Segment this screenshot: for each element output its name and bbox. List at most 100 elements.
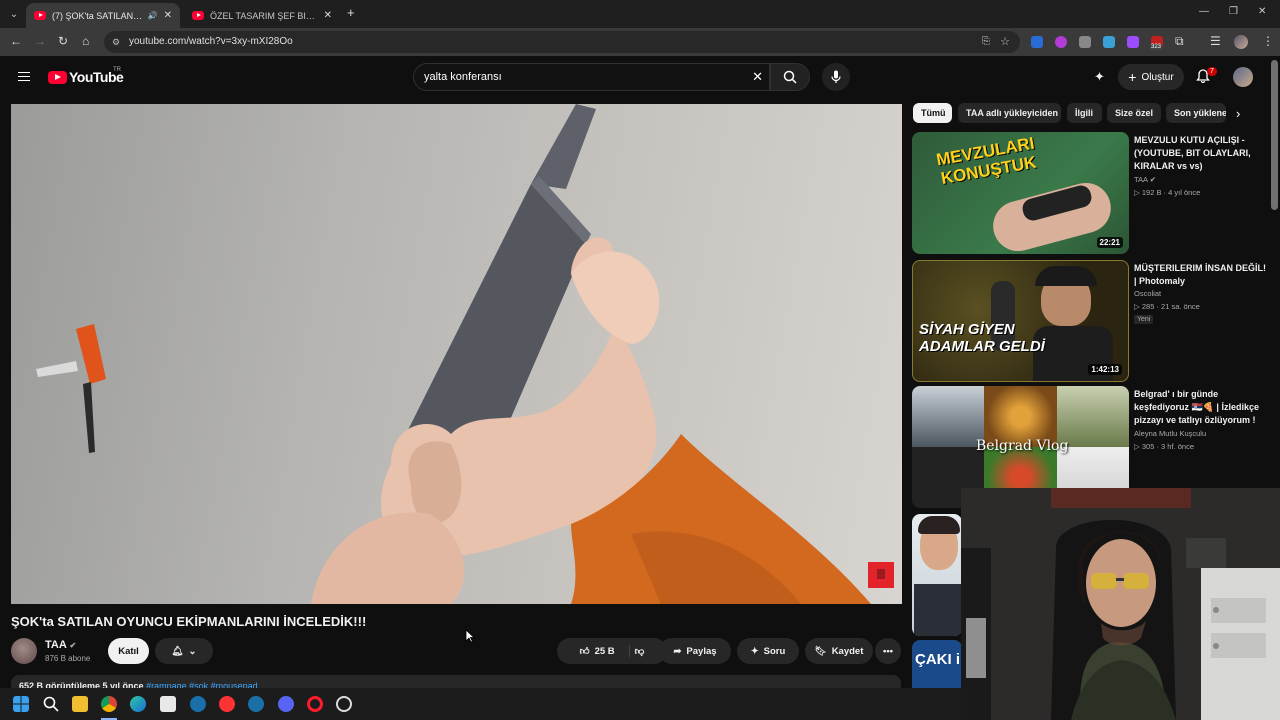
url-text: youtube.com/watch?v=3xy-mXI28Oo [129, 36, 293, 47]
taskbar-search-icon[interactable] [43, 696, 59, 712]
related-meta: ▷ 192 B · 4 yıl önce [1134, 188, 1201, 197]
ask-button[interactable]: ✦ Soru [737, 638, 799, 664]
steam-icon[interactable] [190, 696, 206, 712]
app-icon[interactable] [336, 696, 352, 712]
thumbnail-text: SİYAH GİYEN ADAMLAR GELDİ [919, 321, 1045, 355]
forward-icon[interactable]: → [34, 34, 46, 48]
tab-youtube-active[interactable]: (7) ŞOK'ta SATILAN OYUNC 🔊 ✕ [26, 3, 180, 28]
related-channel-name[interactable]: Aleyna Mutlu Kuşculu [1134, 429, 1206, 438]
home-icon[interactable]: ⌂ [82, 34, 89, 48]
like-button[interactable]: 👍︎ 25 B [580, 645, 630, 657]
edge-icon[interactable] [130, 696, 146, 712]
account-avatar[interactable] [1233, 67, 1253, 87]
related-video-title[interactable]: MÜŞTERILERIM İNSAN DEĞİL! | Photomaly [1134, 262, 1266, 288]
reading-list-icon[interactable]: ☰ [1210, 34, 1221, 48]
extension-badge: 323 [1150, 44, 1163, 50]
share-button[interactable]: ➦ Paylaş [659, 638, 731, 664]
discord-icon[interactable] [278, 696, 294, 712]
join-button[interactable]: Katıl [108, 638, 149, 664]
search-icon [783, 70, 797, 84]
tab-search-button[interactable]: ⌄ [4, 4, 24, 24]
video-thumbnail[interactable] [912, 514, 962, 636]
related-video-title[interactable]: MEVZULU KUTU AÇILIŞI - (YOUTUBE, BIT OLA… [1134, 134, 1266, 173]
thumbs-up-icon: 👍︎ [579, 646, 590, 657]
channel-avatar[interactable] [11, 638, 37, 664]
tab-title: ÖZEL TASARIM ŞEF BIÇAĞINI İN [210, 10, 318, 21]
ask-label: Soru [763, 645, 786, 657]
related-video-card[interactable]: MEVZULARI KONUŞTUK 22:21 MEVZULU KUTU AÇ… [912, 132, 1272, 256]
extensions-puzzle-icon[interactable]: ⧉ [1175, 34, 1184, 49]
browser-menu-icon[interactable]: ⋮ [1262, 34, 1274, 48]
video-player[interactable] [11, 104, 902, 604]
back-icon[interactable]: ← [10, 34, 22, 48]
steam-icon[interactable] [248, 696, 264, 712]
chip-all[interactable]: Tümü [913, 103, 952, 123]
close-tab-icon[interactable]: ✕ [164, 10, 172, 21]
opera-icon[interactable] [307, 696, 323, 712]
search-button[interactable] [770, 63, 810, 91]
channel-name[interactable]: TAA ✔ [45, 639, 76, 651]
address-bar[interactable]: ⚙ youtube.com/watch?v=3xy-mXI28Oo ⎘ ☆ [104, 31, 1020, 53]
create-label: Oluştur [1141, 71, 1174, 83]
page-scrollbar-thumb[interactable] [1271, 60, 1278, 210]
store-icon[interactable] [160, 696, 176, 712]
youtube-favicon-icon [192, 11, 204, 20]
minimize-icon[interactable]: — [1199, 6, 1209, 17]
tab-youtube-2[interactable]: ÖZEL TASARIM ŞEF BIÇAĞINI İN ✕ [184, 3, 340, 28]
dislike-button[interactable]: 👎︎ [635, 645, 645, 657]
video-frame [36, 104, 894, 604]
guide-menu-icon[interactable] [18, 72, 30, 81]
extension-icon[interactable] [1103, 36, 1115, 48]
subscriber-count: 876 B abone [45, 654, 91, 663]
extension-icon[interactable] [1079, 36, 1091, 48]
extension-icon[interactable] [1031, 36, 1043, 48]
clear-search-icon[interactable]: ✕ [752, 64, 763, 90]
profile-avatar[interactable] [1234, 35, 1248, 49]
search-input[interactable]: yalta konferansı ✕ [413, 63, 770, 91]
site-info-icon[interactable]: ⚙ [112, 31, 120, 53]
chevron-down-icon: ⌄ [188, 645, 197, 657]
video-owner-row: TAA ✔ 876 B abone Katıl 🔔︎ ⌄ 👍︎ 25 B 👎︎ ➦ P… [11, 637, 901, 667]
youtube-logo[interactable]: YouTube TR [48, 67, 124, 85]
install-app-icon[interactable]: ⎘ [982, 31, 990, 53]
chip-for-you[interactable]: Size özel [1107, 103, 1161, 123]
related-channel-name[interactable]: Oscoliat [1134, 289, 1161, 298]
extension-icon[interactable] [1055, 36, 1067, 48]
close-tab-icon[interactable]: ✕ [324, 10, 332, 21]
chips-next-icon[interactable]: › [1236, 106, 1240, 121]
new-tab-button[interactable]: + [347, 5, 355, 20]
related-channel-name[interactable]: TAA ✔ [1134, 175, 1156, 184]
restore-icon[interactable]: ❐ [1229, 6, 1238, 17]
chip-recent[interactable]: Son yüklenen [1166, 103, 1226, 123]
related-meta: ▷ 285 · 21 sa. önce [1134, 302, 1200, 311]
save-button[interactable]: 🔖︎ Kaydet [805, 638, 873, 664]
video-duration: 22:21 [1096, 237, 1123, 248]
chip-from-uploader[interactable]: TAA adlı yükleyiciden [958, 103, 1061, 123]
video-thumbnail[interactable]: SİYAH GİYEN ADAMLAR GELDİ 1:42:13 [912, 260, 1129, 382]
studio-icon[interactable]: ✦ [1094, 69, 1105, 85]
webcam-feed [961, 488, 1280, 720]
new-badge: Yeni [1134, 315, 1154, 324]
windows-start-icon[interactable] [13, 696, 29, 712]
file-explorer-icon[interactable] [72, 696, 88, 712]
yandex-icon[interactable] [219, 696, 235, 712]
close-window-icon[interactable]: ✕ [1258, 6, 1266, 17]
verified-icon: ✔ [69, 641, 77, 650]
tab-title: (7) ŞOK'ta SATILAN OYUNC [52, 10, 144, 21]
create-button[interactable]: + Oluştur [1118, 64, 1184, 90]
bell-icon: 🔔︎ [171, 645, 184, 657]
reload-icon[interactable]: ↻ [58, 34, 68, 48]
more-actions-button[interactable]: ••• [875, 638, 901, 664]
more-horizontal-icon: ••• [883, 645, 893, 657]
extension-icon[interactable] [1127, 36, 1139, 48]
speaker-icon[interactable]: 🔊 [148, 11, 158, 20]
related-video-title[interactable]: Belgrad' ı bir günde keşfediyoruz 🇷🇸🍕 | … [1134, 388, 1266, 427]
related-video-card[interactable]: SİYAH GİYEN ADAMLAR GELDİ 1:42:13 MÜŞTER… [912, 260, 1272, 384]
notification-count-badge: 7 [1207, 67, 1217, 76]
chrome-icon[interactable] [101, 696, 117, 712]
voice-search-button[interactable] [822, 63, 850, 91]
bookmark-star-icon[interactable]: ☆ [1000, 31, 1010, 53]
subscribed-bell-button[interactable]: 🔔︎ ⌄ [155, 638, 213, 664]
video-thumbnail[interactable]: MEVZULARI KONUŞTUK 22:21 [912, 132, 1129, 254]
chip-related[interactable]: İlgili [1067, 103, 1102, 123]
